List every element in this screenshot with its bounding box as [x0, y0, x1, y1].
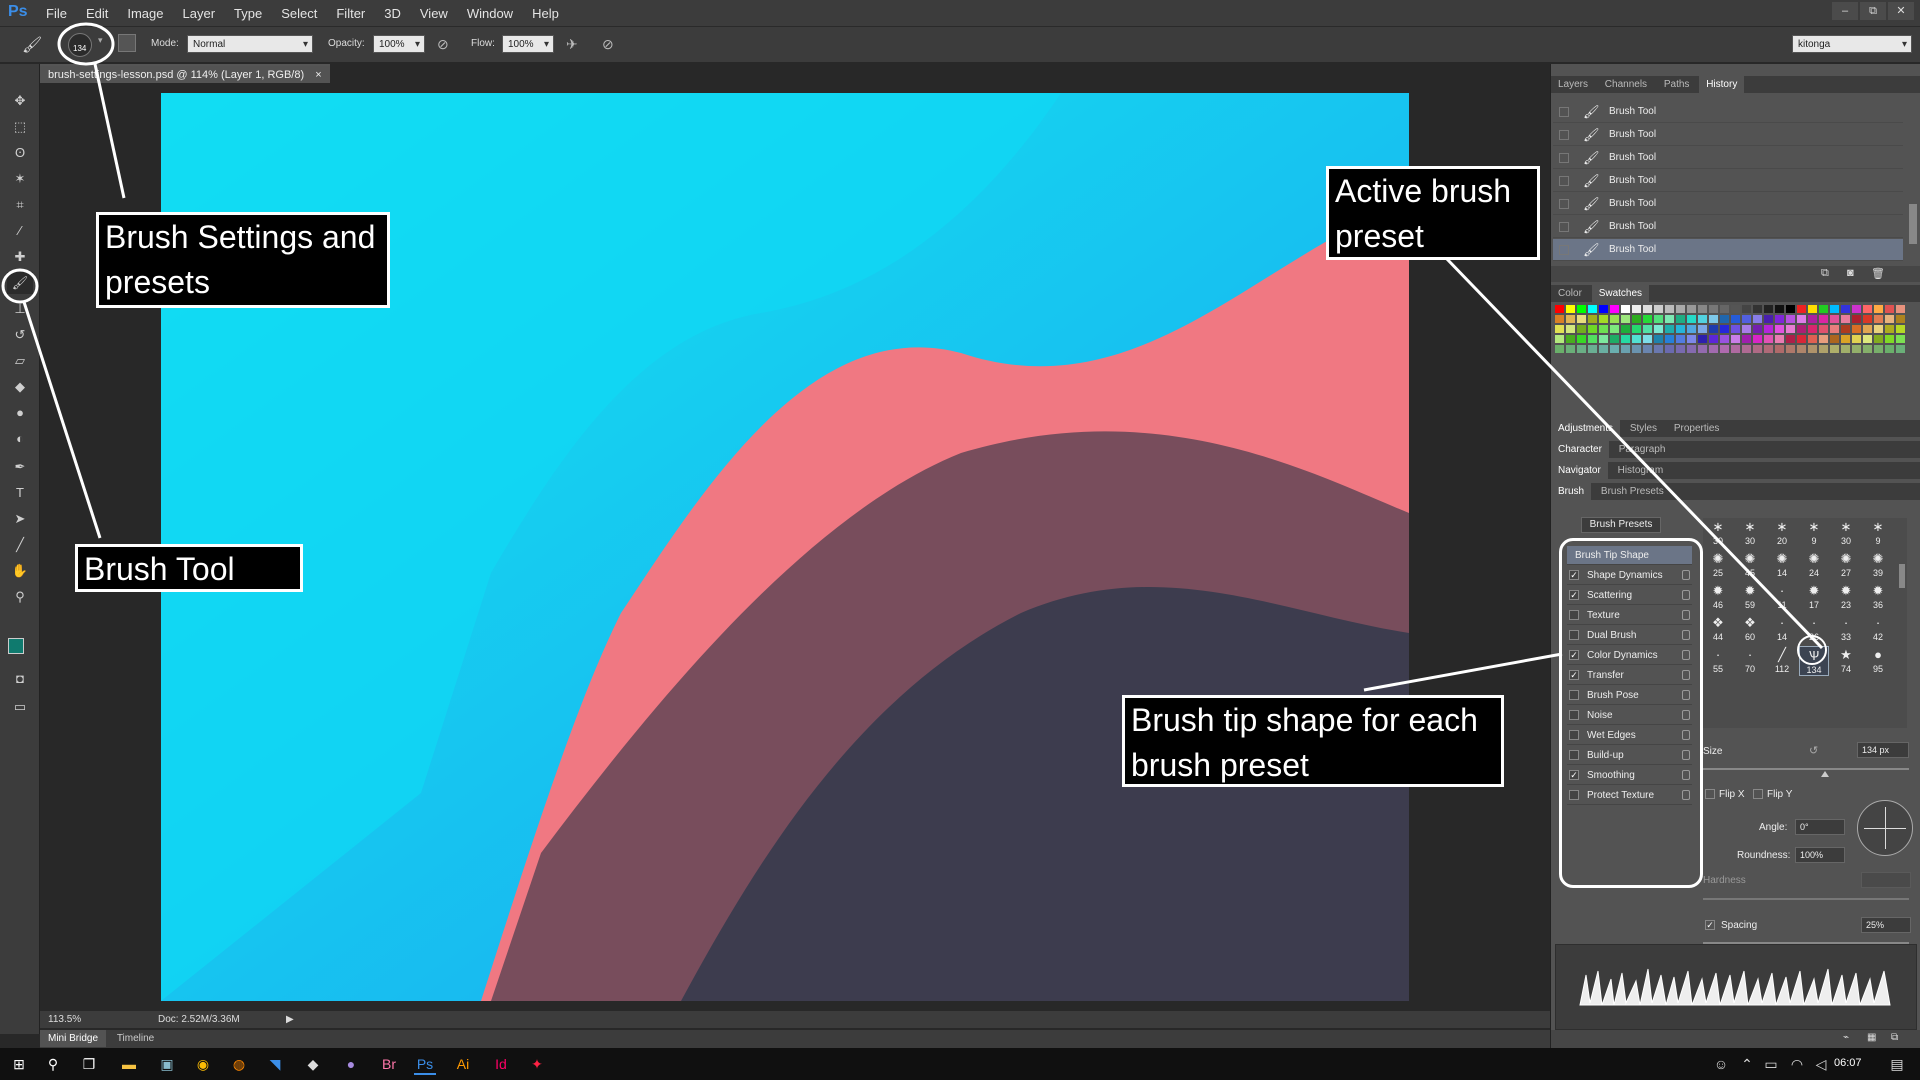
windows-start-icon[interactable]: ⊞	[8, 1053, 30, 1075]
battery-icon[interactable]: ▭	[1760, 1053, 1782, 1075]
chrome-icon[interactable]: ◉	[192, 1053, 214, 1075]
figma-icon[interactable]: ✦	[526, 1053, 548, 1075]
app-icon[interactable]: ●	[340, 1053, 362, 1075]
annotation-brush-tool: Brush Tool	[75, 544, 303, 592]
notifications-icon[interactable]: ▤	[1886, 1053, 1908, 1075]
illustrator-icon[interactable]: Ai	[452, 1053, 474, 1075]
photoshop-taskbar-icon[interactable]: Ps	[414, 1053, 436, 1075]
annotation-tip-shape: Brush tip shape for each brush preset	[1122, 695, 1504, 787]
search-icon[interactable]: ⚲	[42, 1053, 64, 1075]
git-icon[interactable]: ◆	[302, 1053, 324, 1075]
task-view-icon[interactable]: ❐	[78, 1053, 100, 1075]
annotation-active-preset: Active brush preset	[1326, 166, 1540, 260]
app-icon[interactable]: ▣	[156, 1053, 178, 1075]
chevron-up-icon[interactable]: ⌃	[1736, 1053, 1758, 1075]
vscode-icon[interactable]: ◥	[264, 1053, 286, 1075]
clock[interactable]: 06:07	[1834, 1057, 1862, 1069]
annotation-lines	[1, 22, 1827, 692]
firefox-icon[interactable]: ◍	[228, 1053, 250, 1075]
people-icon[interactable]: ☺	[1710, 1053, 1732, 1075]
indesign-icon[interactable]: Id	[490, 1053, 512, 1075]
wifi-icon[interactable]: ◠	[1786, 1053, 1808, 1075]
volume-icon[interactable]: ◁	[1810, 1053, 1832, 1075]
file-explorer-icon[interactable]: ▬	[118, 1053, 140, 1075]
bridge-icon[interactable]: Br	[378, 1053, 400, 1075]
taskbar: ⊞ ⚲ ❐ ▬ ▣ ◉ ◍ ◥ ◆ ● Br Ps Ai Id ✦ ☺ ⌃ ▭ …	[0, 1048, 1920, 1080]
annotation-brush-settings: Brush Settings and presets	[96, 212, 390, 308]
